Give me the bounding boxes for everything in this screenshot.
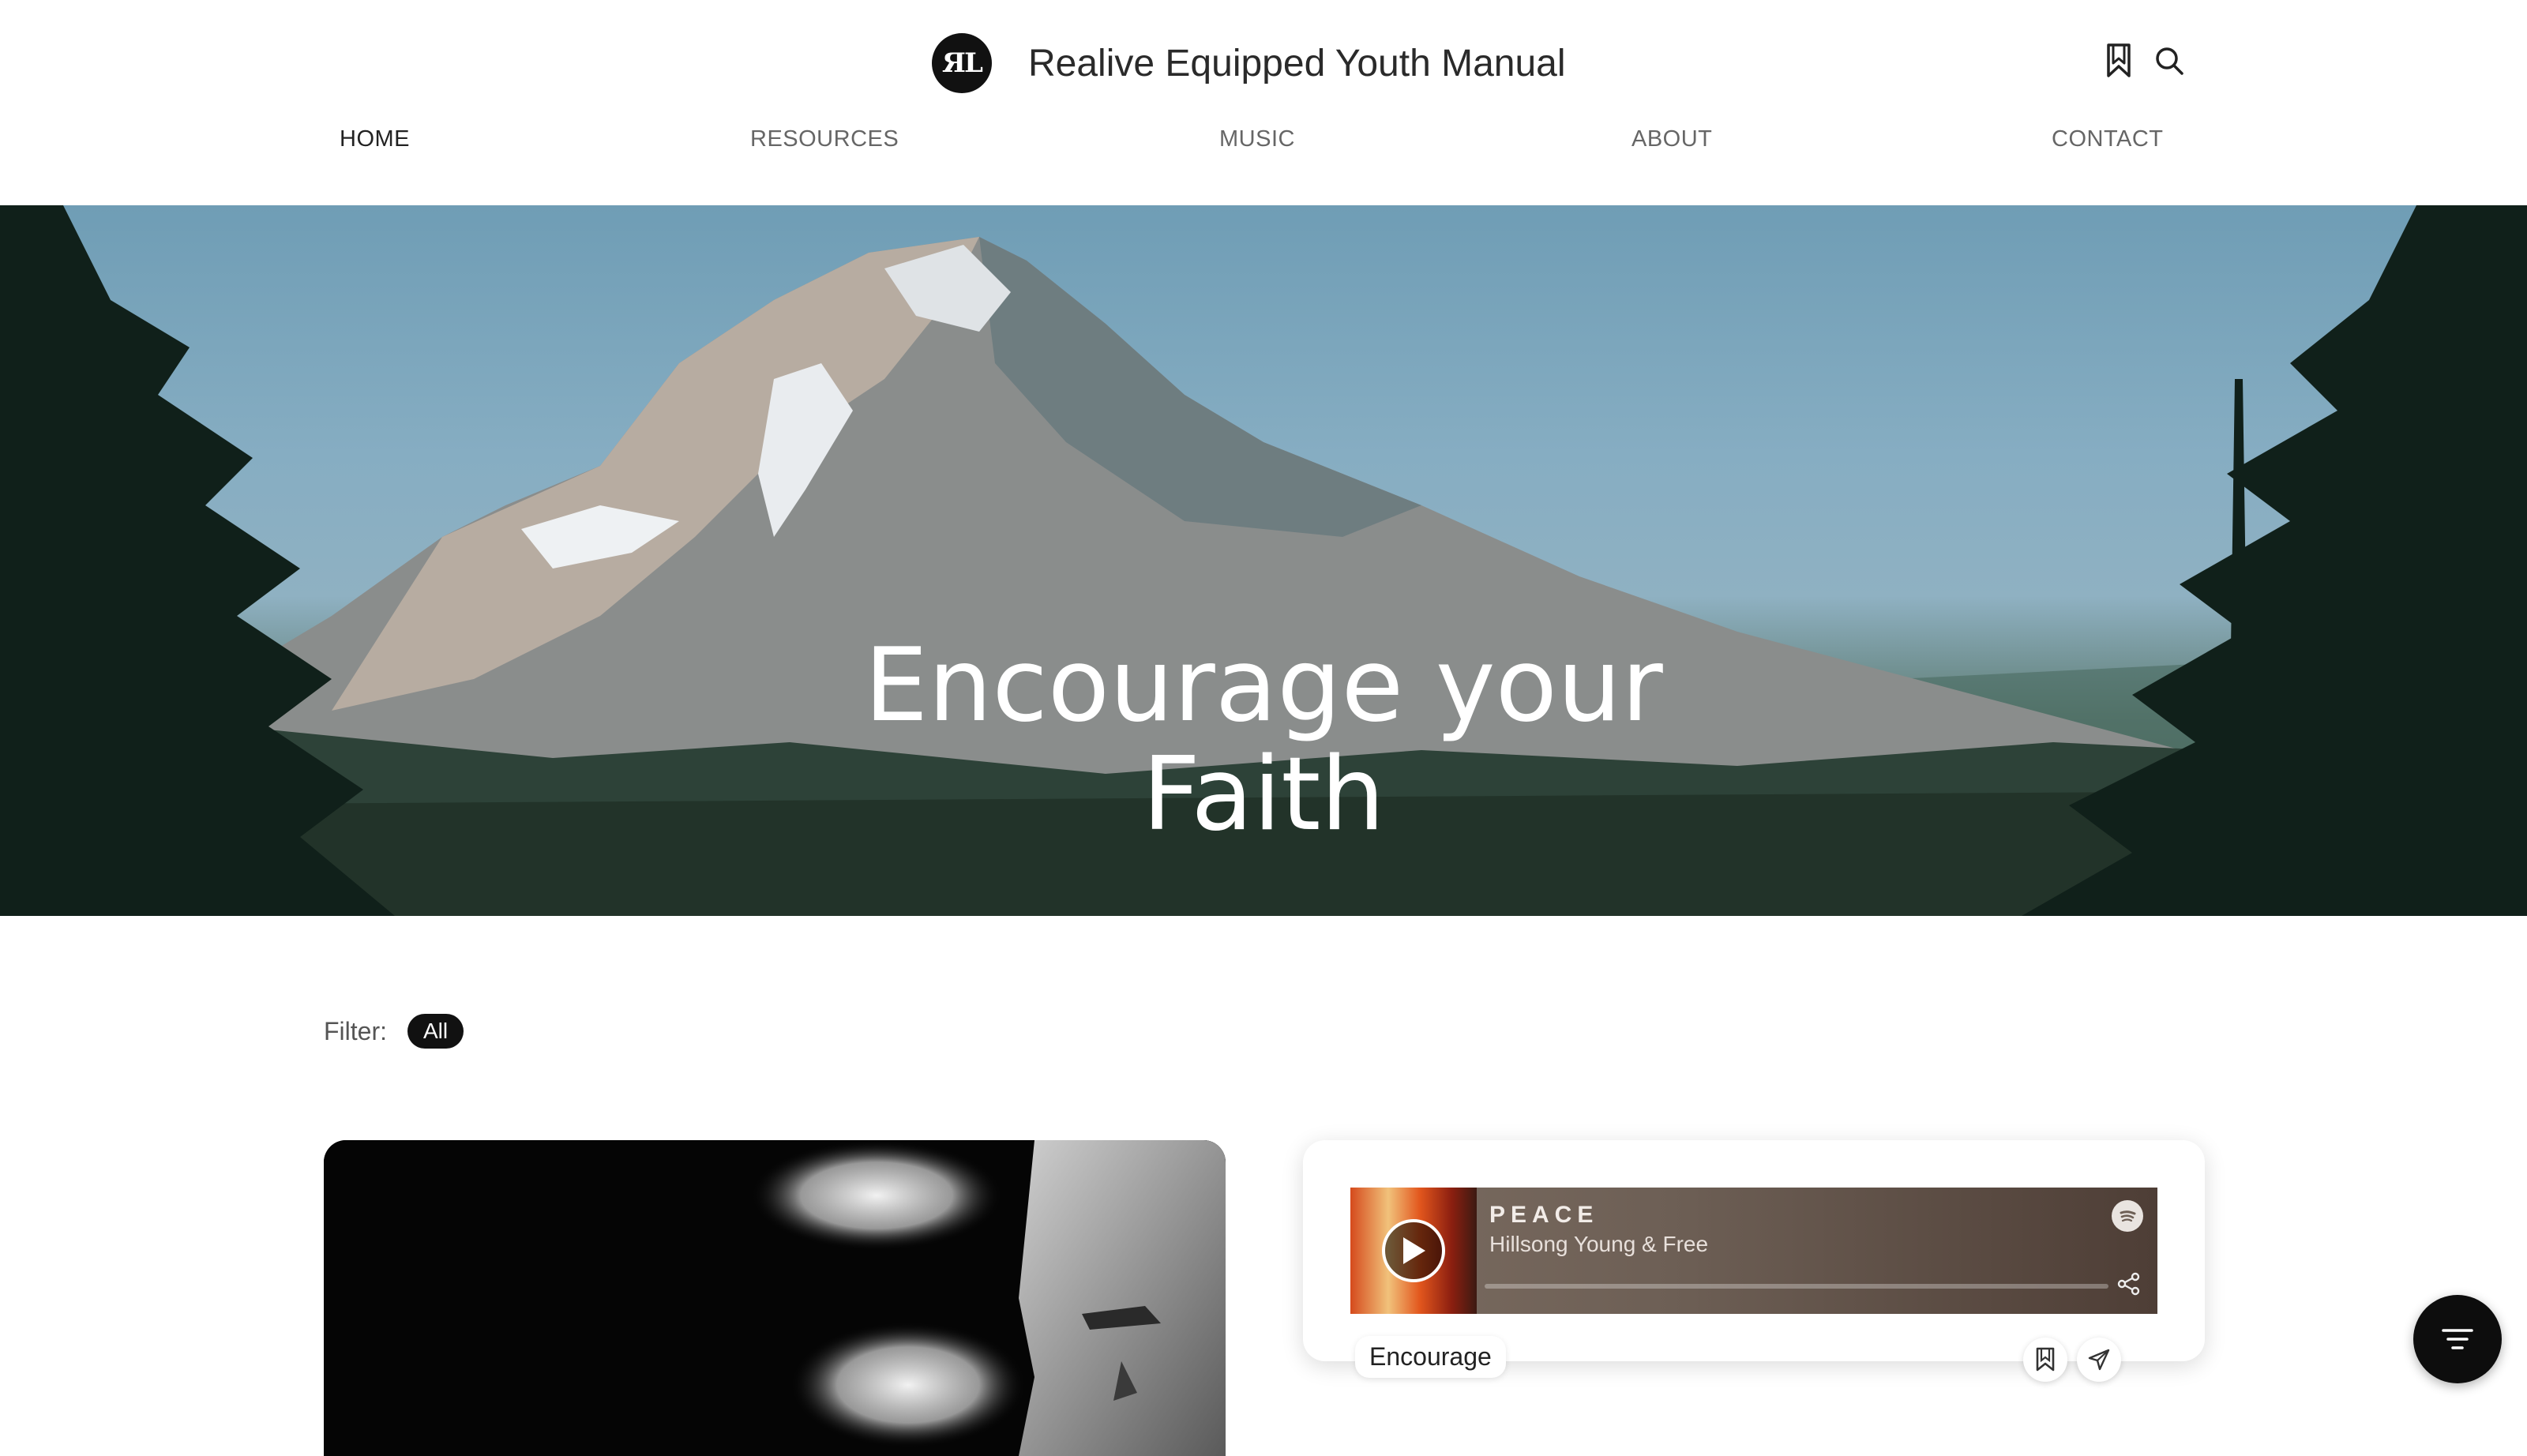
music-post-card: PEACE Hillsong Young & Free Encourage [1303,1140,2205,1382]
hero-title: Encourage your Faith [0,632,2527,850]
search-icon[interactable] [2151,41,2187,81]
song-artist[interactable]: Hillsong Young & Free [1489,1232,1708,1257]
nav-item-about[interactable]: ABOUT [1631,126,1712,152]
bookmark-icon[interactable] [2101,41,2137,81]
header-actions [2101,41,2187,81]
progress-bar[interactable] [1485,1284,2108,1289]
site-header: ЯL Realive Equipped Youth Manual HOME RE… [0,0,2527,205]
brand[interactable]: ЯL Realive Equipped Youth Manual [932,32,1566,95]
nav-item-home[interactable]: HOME [340,126,410,152]
filter-fab[interactable] [2413,1295,2502,1383]
portrait-photo [324,1140,1226,1456]
main-nav: HOME RESOURCES MUSIC ABOUT CONTACT [0,126,2527,161]
category-tag[interactable]: Encourage [1355,1336,1506,1378]
filter-icon [2442,1329,2473,1349]
share-icon[interactable] [2115,1270,2143,1298]
hero-title-line2: Faith [1142,736,1385,854]
nav-item-music[interactable]: MUSIC [1219,126,1295,152]
song-title: PEACE [1489,1202,1599,1228]
post-card-image[interactable] [324,1140,1226,1456]
filter-bar: Filter: All [324,1014,464,1049]
spotify-icon[interactable] [2112,1200,2143,1232]
hero-title-line1: Encourage your [864,627,1663,745]
realive-logo-icon[interactable]: ЯL [932,33,992,93]
nav-item-resources[interactable]: RESOURCES [750,126,899,152]
spotify-player[interactable]: PEACE Hillsong Young & Free [1350,1188,2157,1314]
nav-item-contact[interactable]: CONTACT [2052,126,2164,152]
site-title[interactable]: Realive Equipped Youth Manual [1028,42,1566,85]
bookmark-icon[interactable] [2023,1338,2067,1382]
send-icon[interactable] [2077,1338,2121,1382]
filter-label: Filter: [324,1016,387,1045]
filter-chip-all[interactable]: All [407,1014,464,1049]
hero-banner: Encourage your Faith [0,205,2527,916]
play-icon[interactable] [1382,1219,1445,1282]
